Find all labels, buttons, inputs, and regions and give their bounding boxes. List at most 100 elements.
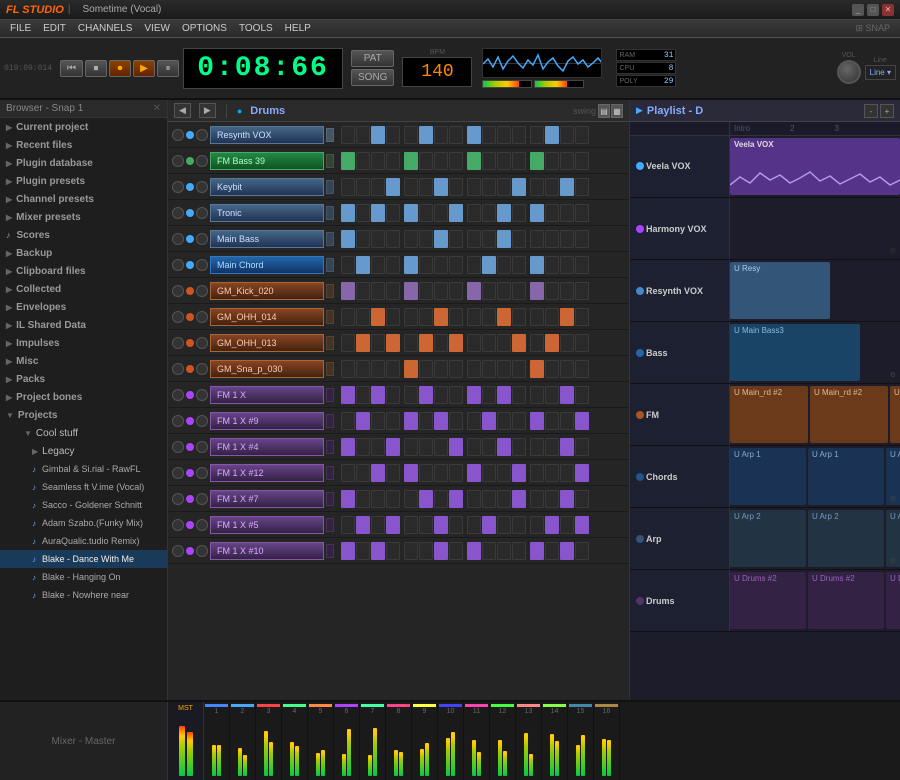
playlist-track-content-fm[interactable]: U Main_rd #2 U Main_rd #2 U Main [730, 384, 900, 445]
sidebar-item-current-project[interactable]: ▶ Current project [0, 118, 167, 136]
track-mute-fm1x7[interactable] [172, 493, 184, 505]
sidebar-item-clipboard-files[interactable]: ▶ Clipboard files [0, 262, 167, 280]
track-mute-resynth-vox[interactable] [172, 129, 184, 141]
track-name-main-bass[interactable]: Main Bass [210, 230, 324, 248]
track-name-resynth-vox[interactable]: Resynth VOX [210, 126, 324, 144]
track-name-gm-ohh14[interactable]: GM_OHH_014 [210, 308, 324, 326]
menu-view[interactable]: VIEW [138, 20, 176, 37]
stop-button[interactable]: ⏹ [85, 60, 107, 77]
track-name-fm1x[interactable]: FM 1 X [210, 386, 324, 404]
sidebar-item-plugin-presets[interactable]: ▶ Plugin presets [0, 172, 167, 190]
track-name-fm1x12[interactable]: FM 1 X #12 [210, 464, 324, 482]
playlist-zoom-in[interactable]: + [880, 104, 894, 118]
track-mute-gm-ohh13[interactable] [172, 337, 184, 349]
track-solo-main-chord[interactable] [196, 259, 208, 271]
track-solo-gm-ohh13[interactable] [196, 337, 208, 349]
pat-button[interactable]: PAT [351, 50, 394, 67]
track-mute-main-bass[interactable] [172, 233, 184, 245]
track-solo-fm1x9[interactable] [196, 415, 208, 427]
track-mini-slider[interactable] [326, 128, 334, 142]
record-button[interactable]: ⏺ [109, 60, 131, 77]
track-solo-fm1x[interactable] [196, 389, 208, 401]
sidebar-item-il-shared-data[interactable]: ▶ IL Shared Data [0, 316, 167, 334]
sidebar-item-adam[interactable]: ♪ Adam Szabo.(Funky Mix) [0, 514, 167, 532]
track-solo-gm-kick[interactable] [196, 285, 208, 297]
close-button[interactable]: ✕ [882, 4, 894, 16]
track-mute-main-chord[interactable] [172, 259, 184, 271]
track-name-fm1x4[interactable]: FM 1 X #4 [210, 438, 324, 456]
menu-edit[interactable]: EDIT [37, 20, 72, 37]
sidebar-item-misc[interactable]: ▶ Misc [0, 352, 167, 370]
track-mini-slider[interactable] [326, 284, 334, 298]
track-mini-slider[interactable] [326, 336, 334, 350]
rewind-button[interactable]: ⏮ [60, 60, 83, 77]
track-mini-slider[interactable] [326, 362, 334, 376]
track-mini-slider[interactable] [326, 388, 334, 402]
sidebar-item-sacco[interactable]: ♪ Sacco - Goldener Schnitt [0, 496, 167, 514]
track-solo-gm-snap[interactable] [196, 363, 208, 375]
master-volume-knob[interactable] [837, 60, 861, 84]
track-mute-fm1x[interactable] [172, 389, 184, 401]
track-mini-slider[interactable] [326, 206, 334, 220]
menu-channels[interactable]: CHANNELS [72, 20, 138, 37]
track-mute-fm1x12[interactable] [172, 467, 184, 479]
track-mini-slider[interactable] [326, 310, 334, 324]
track-mute-fm1x10[interactable] [172, 545, 184, 557]
sidebar-item-backup[interactable]: ▶ Backup [0, 244, 167, 262]
track-name-fm1x10[interactable]: FM 1 X #10 [210, 542, 324, 560]
line-selector[interactable]: Line ▾ [865, 65, 896, 80]
mixer-fader-l[interactable] [179, 726, 185, 776]
sidebar-item-gimbal[interactable]: ♪ Gimbal & Si.rial - RawFL [0, 460, 167, 478]
track-name-fm1x9[interactable]: FM 1 X #9 [210, 412, 324, 430]
track-mini-slider[interactable] [326, 180, 334, 194]
playlist-track-content-bass[interactable]: U Main Bass3 ⚙ [730, 322, 900, 383]
track-mini-slider[interactable] [326, 154, 334, 168]
track-name-gm-snap[interactable]: GM_Sna_p_030 [210, 360, 324, 378]
track-mute-gm-snap[interactable] [172, 363, 184, 375]
track-name-fm1x7[interactable]: FM 1 X #7 [210, 490, 324, 508]
track-mini-slider[interactable] [326, 258, 334, 272]
playlist-track-content-chords[interactable]: U Arp 1 U Arp 1 U Arp ⚙ [730, 446, 900, 507]
track-solo-gm-ohh14[interactable] [196, 311, 208, 323]
track-mini-slider[interactable] [326, 518, 334, 532]
track-mute-fm1x4[interactable] [172, 441, 184, 453]
sidebar-item-seamless[interactable]: ♪ Seamless ft V.ime (Vocal) [0, 478, 167, 496]
sidebar-item-aura[interactable]: ♪ AuraQualic.tudio Remix) [0, 532, 167, 550]
track-solo-fm1x12[interactable] [196, 467, 208, 479]
track-name-gm-ohh13[interactable]: GM_OHH_013 [210, 334, 324, 352]
browser-close[interactable]: ✕ [153, 103, 161, 114]
track-solo-tronic[interactable] [196, 207, 208, 219]
track-mute-fm-bass[interactable] [172, 155, 184, 167]
track-solo-keybit[interactable] [196, 181, 208, 193]
sidebar-item-impulses[interactable]: ▶ Impulses [0, 334, 167, 352]
sidebar-item-blake-nowhere[interactable]: ♪ Blake - Nowhere near [0, 586, 167, 604]
track-mute-gm-ohh14[interactable] [172, 311, 184, 323]
playlist-track-content-drums[interactable]: U Drums #2 U Drums #2 U Dru [730, 570, 900, 631]
piano-toggle[interactable]: ▦ [611, 104, 623, 118]
sidebar-item-projects[interactable]: ▼ Projects [0, 406, 167, 424]
playlist-zoom-out[interactable]: - [864, 104, 878, 118]
sidebar-item-collected[interactable]: ▶ Collected [0, 280, 167, 298]
sidebar-item-recent-files[interactable]: ▶ Recent files [0, 136, 167, 154]
playlist-track-content-harmony[interactable]: ⚙ [730, 198, 900, 259]
seq-nav-right[interactable]: ▶ [199, 103, 216, 118]
sidebar-item-packs[interactable]: ▶ Packs [0, 370, 167, 388]
steps-toggle[interactable]: ▤ [598, 104, 610, 118]
minimize-button[interactable]: _ [852, 4, 864, 16]
track-solo-fm1x4[interactable] [196, 441, 208, 453]
sidebar-item-plugin-database[interactable]: ▶ Plugin database [0, 154, 167, 172]
track-mini-slider[interactable] [326, 232, 334, 246]
track-mini-slider[interactable] [326, 492, 334, 506]
pause-button[interactable]: ⏸ [157, 60, 179, 77]
track-name-tronic[interactable]: Tronic [210, 204, 324, 222]
sidebar-item-legacy[interactable]: ▶ Legacy [0, 442, 167, 460]
sidebar-item-envelopes[interactable]: ▶ Envelopes [0, 298, 167, 316]
track-name-main-chord[interactable]: Main Chord [210, 256, 324, 274]
track-solo-fm-bass[interactable] [196, 155, 208, 167]
bpm-display[interactable]: 140 [402, 57, 472, 87]
playlist-track-content-arp[interactable]: U Arp 2 U Arp 2 U Arp ⚙ [730, 508, 900, 569]
track-name-gm-kick[interactable]: GM_Kick_020 [210, 282, 324, 300]
sidebar-item-project-bones[interactable]: ▶ Project bones [0, 388, 167, 406]
track-mini-slider[interactable] [326, 544, 334, 558]
track-mute-fm1x5[interactable] [172, 519, 184, 531]
